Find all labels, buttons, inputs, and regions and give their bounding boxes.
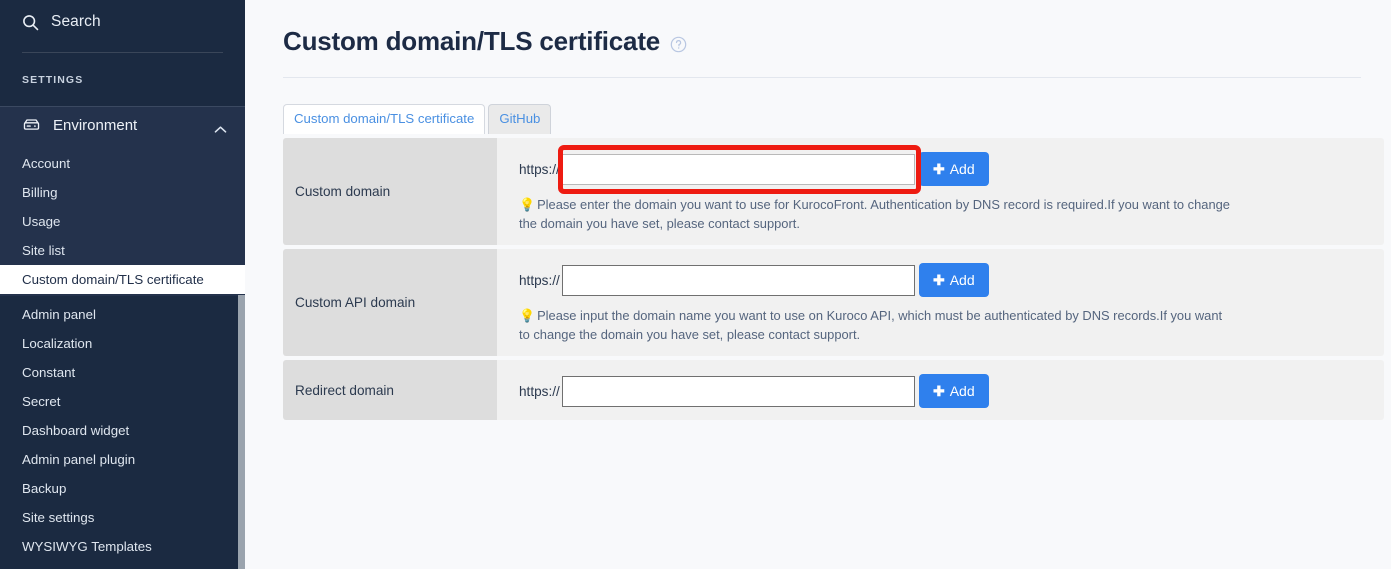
domain-settings-table: Custom domain https:// ✚ Add 💡 Please en… [283,134,1384,424]
sidebar-item-site-settings[interactable]: Site settings [0,503,245,532]
sidebar-item-constant[interactable]: Constant [0,358,245,387]
add-button-label: Add [949,272,975,288]
row-hint-custom-api-domain: 💡 Please input the domain name you want t… [519,306,1231,344]
sidebar-item-usage[interactable]: Usage [0,207,245,236]
lightbulb-icon: 💡 [519,197,536,212]
sidebar-item-label: Usage [22,214,61,229]
sidebar-item-label: Admin panel [22,307,96,322]
plus-icon: ✚ [932,272,945,288]
custom-domain-input[interactable] [561,153,915,185]
server-icon [22,116,41,135]
add-custom-api-domain-button[interactable]: ✚ Add [918,263,989,297]
row-field-redirect-domain: https:// ✚ Add [497,360,1244,420]
page-title: Custom domain/TLS certificate [283,26,661,56]
add-redirect-domain-button[interactable]: ✚ Add [918,374,989,408]
protocol-prefix: https:// [519,272,560,288]
redirect-domain-input[interactable] [561,375,915,407]
sidebar-item-admin-panel[interactable]: Admin panel [0,300,245,329]
protocol-prefix: https:// [519,161,560,177]
sidebar-group-environment-header[interactable]: Environment [0,107,245,143]
sidebar-item-label: Constant [22,365,76,380]
sidebar-item-label: Site list [22,243,65,258]
sidebar-item-label: Site settings [22,510,95,525]
sidebar-item-secret[interactable]: Secret [0,387,245,416]
sidebar-items-secondary: Admin panel Localization Constant Secret… [0,296,245,561]
tab-label: GitHub [499,111,541,126]
tab-github[interactable]: GitHub [488,104,552,134]
hint-text: Please enter the domain you want to use … [519,197,1230,231]
row-hint-custom-domain: 💡 Please enter the domain you want to use… [519,195,1231,233]
search-label: Search [51,13,101,30]
row-field-custom-domain: https:// ✚ Add 💡 Please enter the domain … [497,138,1244,245]
chevron-up-icon[interactable] [214,121,227,133]
main-content: Custom domain/TLS certificate Custom dom… [245,0,1391,569]
add-button-label: Add [949,383,975,399]
sidebar-item-billing[interactable]: Billing [0,178,245,207]
sidebar-section-settings: SETTINGS [22,74,84,86]
sidebar-item-localization[interactable]: Localization [0,329,245,358]
row-extra-cell-1 [1244,249,1278,356]
table-row: Custom API domain https:// ✚ Add 💡 Pleas… [283,249,1384,356]
help-circle-icon[interactable] [670,36,687,53]
row-extra-cell-2 [1278,138,1384,245]
lightbulb-icon: 💡 [519,308,536,323]
input-wrapper [561,375,915,407]
sidebar-item-label: Backup [22,481,67,496]
search-icon [22,14,39,31]
sidebar-scrollbar[interactable] [238,295,245,569]
plus-icon: ✚ [932,383,945,399]
sidebar-item-account[interactable]: Account [0,149,245,178]
row-label-redirect-domain: Redirect domain [283,360,497,420]
field-line: https:// ✚ Add [519,374,1244,408]
table-row: Redirect domain https:// ✚ Add [283,360,1384,420]
sidebar-item-label: Secret [22,394,61,409]
sidebar-item-admin-panel-plugin[interactable]: Admin panel plugin [0,445,245,474]
sidebar-item-label: WYSIWYG Templates [22,539,152,554]
page-header: Custom domain/TLS certificate [245,0,1391,57]
row-label-custom-api-domain: Custom API domain [283,249,497,356]
row-field-custom-api-domain: https:// ✚ Add 💡 Please input the domain … [497,249,1244,356]
sidebar-item-backup[interactable]: Backup [0,474,245,503]
row-extra-cell-2 [1278,249,1384,356]
row-label-custom-domain: Custom domain [283,138,497,245]
protocol-prefix: https:// [519,383,560,399]
row-extra-cell-1 [1244,138,1278,245]
add-button-label: Add [949,161,975,177]
sidebar-item-wysiwyg-templates[interactable]: WYSIWYG Templates [0,532,245,561]
plus-icon: ✚ [932,161,945,177]
sidebar-item-custom-domain-tls-certificate[interactable]: Custom domain/TLS certificate [0,265,245,294]
field-line: https:// ✚ Add [519,144,1244,194]
row-extra-cell-1 [1244,360,1278,420]
tab-bar: Custom domain/TLS certificate GitHub [283,104,1391,134]
hint-text: Please input the domain name you want to… [519,308,1223,342]
sidebar-item-label: Billing [22,185,58,200]
sidebar-item-label: Localization [22,336,93,351]
input-wrapper [561,264,915,296]
row-extra-cell-2 [1278,360,1384,420]
sidebar-group-environment: Environment Account Billing Usage Site l… [0,106,245,296]
sidebar: Search SETTINGS Environment Account Bill… [0,0,245,569]
app-root: Search SETTINGS Environment Account Bill… [0,0,1391,569]
sidebar-group-environment-items: Account Billing Usage Site list Custom d… [0,143,245,294]
tab-label: Custom domain/TLS certificate [294,111,475,126]
custom-api-domain-input[interactable] [561,264,915,296]
search-input[interactable]: Search [0,0,245,44]
table-row: Custom domain https:// ✚ Add 💡 Please en… [283,138,1384,245]
sidebar-item-label: Dashboard widget [22,423,130,438]
sidebar-item-label: Custom domain/TLS certificate [22,272,204,287]
title-divider [283,77,1361,78]
add-custom-domain-button[interactable]: ✚ Add [918,152,989,186]
sidebar-item-label: Admin panel plugin [22,452,136,467]
sidebar-item-label: Account [22,156,71,171]
sidebar-item-site-list[interactable]: Site list [0,236,245,265]
sidebar-group-environment-label: Environment [53,116,138,134]
input-wrapper [557,144,921,194]
tab-custom-domain-tls-certificate[interactable]: Custom domain/TLS certificate [283,104,486,134]
sidebar-item-dashboard-widget[interactable]: Dashboard widget [0,416,245,445]
field-line: https:// ✚ Add [519,263,1244,297]
